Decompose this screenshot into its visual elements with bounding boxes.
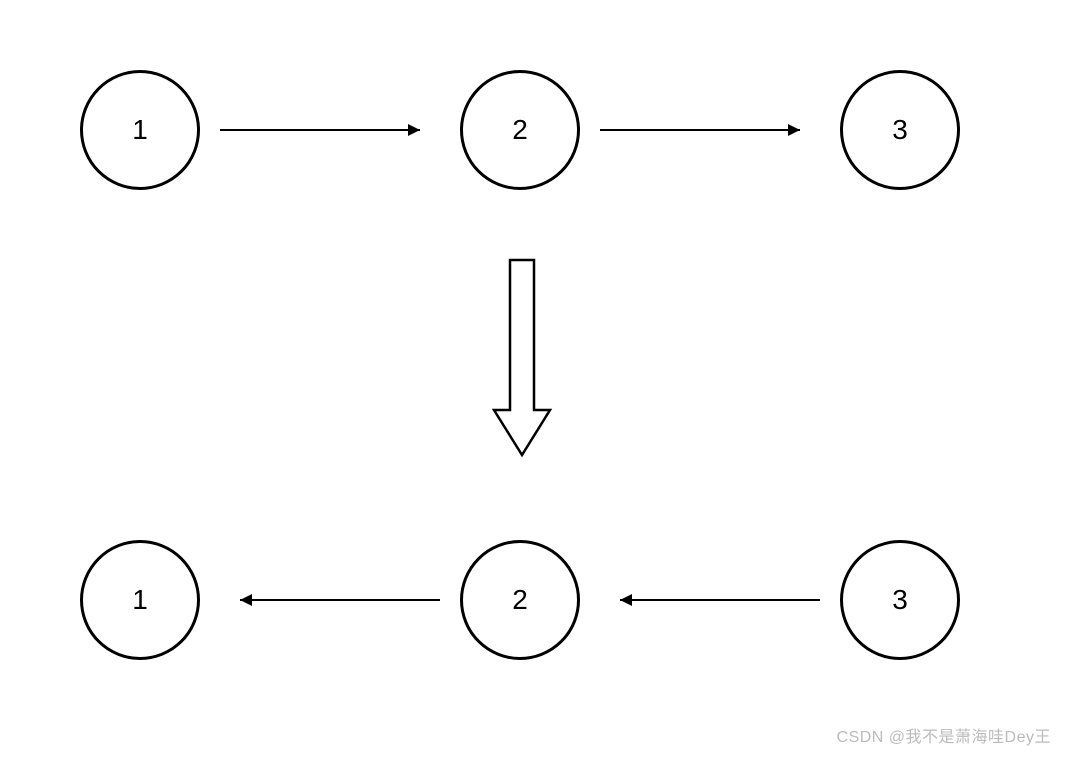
node-top-3: 3 [840,70,960,190]
arrow-bottom-2-to-1 [220,590,440,610]
hollow-arrow-down [492,260,552,460]
node-label: 2 [512,114,528,146]
watermark-text: CSDN @我不是萧海哇Dey王 [837,723,1051,747]
node-bottom-3: 3 [840,540,960,660]
node-bottom-1: 1 [80,540,200,660]
node-label: 1 [132,584,148,616]
node-top-1: 1 [80,70,200,190]
node-top-2: 2 [460,70,580,190]
arrow-top-2-to-3 [600,120,820,140]
node-bottom-2: 2 [460,540,580,660]
arrow-top-1-to-2 [220,120,440,140]
node-label: 2 [512,584,528,616]
node-label: 1 [132,114,148,146]
node-label: 3 [892,584,908,616]
node-label: 3 [892,114,908,146]
arrow-bottom-3-to-2 [600,590,820,610]
